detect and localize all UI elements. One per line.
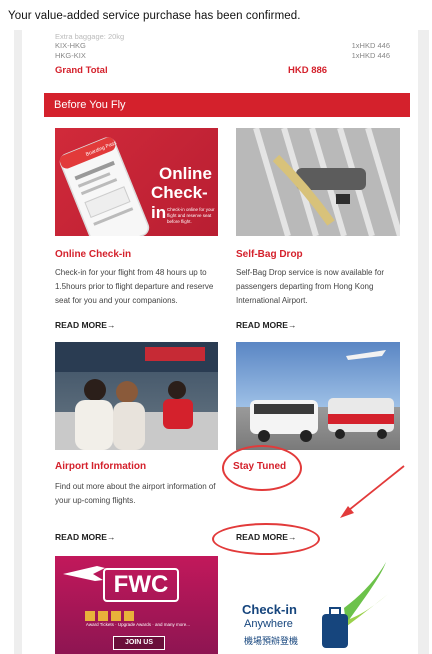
read-more-link-airport-information[interactable]: READ MORE→	[55, 532, 115, 542]
airport-counter-illustration	[55, 342, 218, 450]
checkin-anywhere-line3: 機場預辦登機	[244, 636, 299, 646]
annotation-circle-read-more	[212, 523, 320, 555]
card-desc-online-checkin: Check-in for your flight from 48 hours u…	[55, 268, 214, 305]
section-header: Before You Fly	[44, 93, 410, 117]
online-checkin-image[interactable]: Boarding Pass Online Check-in Check-in o…	[55, 128, 218, 236]
summary-cut-row: Extra baggage: 20kg	[55, 32, 125, 41]
card-desc-airport-information: Find out more about the airport informat…	[55, 482, 216, 505]
summary-amount-2: 1xHKD 446	[351, 51, 390, 60]
checkin-anywhere-promo[interactable]: Check-in Anywhere 機場預辦登機	[236, 556, 400, 654]
fwc-logo: FWC	[103, 568, 179, 602]
summary-amount-1: 1xHKD 446	[351, 41, 390, 50]
checkin-anywhere-line2: Anywhere	[244, 618, 293, 630]
airport-information-image[interactable]	[55, 342, 218, 450]
read-more-link-online-checkin[interactable]: READ MORE→	[55, 320, 115, 330]
fwc-promo-banner[interactable]: FWC Award Tickets · Upgrade Awards · and…	[55, 556, 218, 654]
fwc-subtitle: Award Tickets · Upgrade Awards · and man…	[85, 622, 191, 627]
summary-route-1: KIX-HKG	[55, 41, 86, 50]
annotation-arrow	[340, 465, 405, 518]
card-title-online-checkin[interactable]: Online Check-in	[55, 249, 131, 260]
luggage-illustration	[236, 128, 400, 236]
card-title-airport-information[interactable]: Airport Information	[55, 461, 146, 472]
confirmation-notification: Your value-added service purchase has be…	[8, 10, 301, 22]
checkin-anywhere-line1: Check-in	[242, 602, 297, 617]
stay-tuned-image[interactable]	[236, 342, 400, 450]
self-bag-drop-image[interactable]	[236, 128, 400, 236]
annotation-circle-stay-tuned	[222, 445, 302, 491]
grand-total-label: Grand Total	[55, 65, 108, 76]
bus-illustration	[250, 350, 394, 442]
checkin-headline-1: Online	[159, 164, 212, 183]
card-title-self-bag-drop[interactable]: Self-Bag Drop	[236, 249, 303, 260]
card-desc-self-bag-drop: Self-Bag Drop service is now available f…	[236, 268, 385, 305]
grand-total-value: HKD 886	[288, 65, 328, 76]
join-us-button[interactable]: JOIN US	[113, 636, 165, 650]
checkin-caption: Check-in online for your flight and rese…	[167, 207, 215, 224]
read-more-link-self-bag-drop[interactable]: READ MORE→	[236, 320, 296, 330]
summary-route-2: HKG-KIX	[55, 51, 86, 60]
